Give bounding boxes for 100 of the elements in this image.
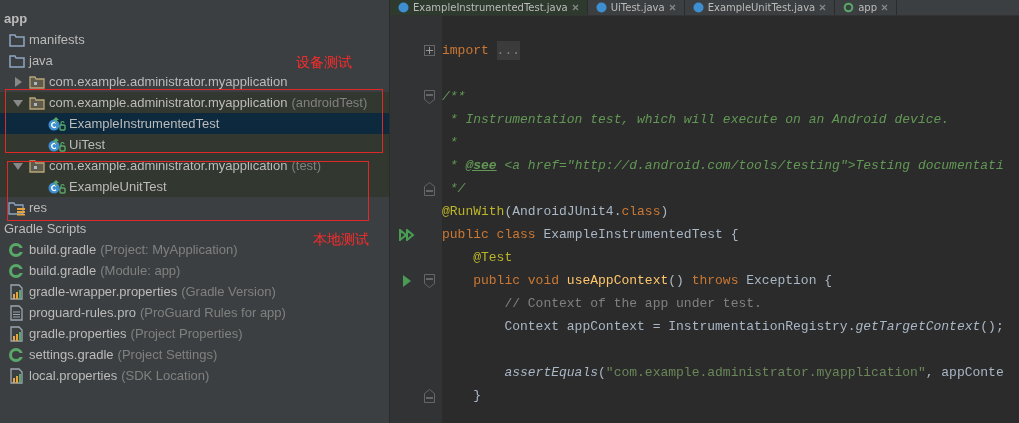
code-token: /** bbox=[442, 87, 466, 106]
expanded-arrow-icon[interactable] bbox=[13, 97, 23, 108]
tree-note: (SDK Location) bbox=[121, 366, 210, 385]
tab-label: ExampleUnitTest.java bbox=[707, 2, 816, 13]
tree-note: (Project Properties) bbox=[130, 324, 243, 343]
tree-row[interactable]: proguard-rules.pro (ProGuard Rules for app) bbox=[0, 302, 286, 323]
tree-row[interactable]: res bbox=[0, 197, 48, 218]
class-icon bbox=[692, 2, 704, 13]
tree-label: settings.gradle bbox=[29, 345, 114, 364]
tree-label: build.gradle bbox=[29, 240, 97, 259]
tree-row[interactable]: ExampleUnitTest bbox=[0, 176, 389, 197]
tree-label: build.gradle bbox=[29, 261, 97, 280]
gradle-icon bbox=[8, 262, 26, 279]
tree-row[interactable]: settings.gradle (Project Settings) bbox=[0, 344, 218, 365]
code-token: @RunWith bbox=[442, 202, 505, 221]
gradle-icon bbox=[8, 241, 26, 258]
gradle-icon bbox=[843, 2, 855, 13]
code-token: (AndroidJUnit4. bbox=[504, 202, 622, 221]
tree-label: gradle-wrapper.properties bbox=[29, 282, 178, 301]
tree-label: com.example.administrator.myapplication bbox=[49, 72, 288, 91]
tree-row[interactable]: com.example.administrator.myapplication (test) bbox=[0, 155, 389, 176]
class-icon bbox=[595, 2, 607, 13]
code-token: (); bbox=[980, 317, 1004, 336]
code-token: public class bbox=[442, 225, 537, 244]
code-token: , appConte bbox=[925, 363, 1004, 382]
code-token: // Context of the app under test. bbox=[503, 294, 762, 313]
test-class-icon bbox=[48, 178, 66, 195]
collapse-fold-icon[interactable] bbox=[424, 181, 435, 196]
package-icon bbox=[28, 94, 46, 111]
code-token: () bbox=[668, 271, 685, 290]
close-icon bbox=[881, 4, 889, 11]
collapse-fold-icon[interactable] bbox=[424, 273, 435, 288]
tree-note: (test) bbox=[291, 156, 322, 175]
tree-row[interactable]: com.example.administrator.myapplication bbox=[0, 71, 288, 92]
expanded-arrow-icon[interactable] bbox=[13, 160, 23, 171]
tree-row[interactable]: com.example.administrator.myapplication (androidTest) bbox=[0, 92, 389, 113]
tree-note: (Project: MyApplication) bbox=[100, 240, 238, 259]
tree-note: (Project Settings) bbox=[117, 345, 218, 364]
test-class-icon bbox=[48, 136, 66, 153]
tree-label: gradle.properties bbox=[29, 324, 127, 343]
close-icon bbox=[571, 4, 579, 11]
tree-note: (Gradle Version) bbox=[181, 282, 276, 301]
tree-note: (Module: app) bbox=[100, 261, 181, 280]
tab-label: app bbox=[858, 2, 878, 13]
package-icon bbox=[28, 157, 46, 174]
run-icon[interactable] bbox=[402, 274, 412, 287]
code-token: class bbox=[621, 202, 661, 221]
close-icon bbox=[819, 4, 827, 11]
code-token: assertEquals bbox=[503, 363, 599, 382]
tree-label: ExampleUnitTest bbox=[69, 177, 167, 196]
class-icon bbox=[398, 2, 409, 13]
tree-row[interactable]: build.gradle (Project: MyApplication) bbox=[0, 239, 238, 260]
collapse-fold-icon[interactable] bbox=[424, 388, 435, 403]
test-class-icon bbox=[48, 115, 66, 132]
tree-label: local.properties bbox=[29, 366, 118, 385]
code-token: ) bbox=[660, 202, 669, 221]
tree-note: (androidTest) bbox=[291, 93, 368, 112]
tab-label: UiTest.java bbox=[610, 2, 665, 13]
code-token: Context appContext = InstrumentationRegistry. bbox=[503, 317, 856, 336]
folder-icon bbox=[8, 31, 26, 48]
code-token: "com.example.administrator.myapplication" bbox=[605, 363, 926, 382]
editor-tab[interactable]: ExampleInstrumentedTest.java bbox=[390, 0, 588, 15]
code-token: public void bbox=[472, 271, 561, 290]
properties-file-icon bbox=[8, 283, 26, 300]
tree-row[interactable]: UiTest bbox=[0, 134, 389, 155]
tab-label: ExampleInstrumentedTest.java bbox=[413, 2, 568, 13]
resource-folder-icon bbox=[8, 199, 26, 216]
code-token: @see bbox=[465, 156, 497, 175]
tree-label: res bbox=[29, 198, 48, 217]
tree-label: proguard-rules.pro bbox=[29, 303, 136, 322]
tree-row[interactable]: build.gradle (Module: app) bbox=[0, 260, 181, 281]
tree-label: com.example.administrator.myapplication bbox=[49, 93, 288, 112]
code-token: * bbox=[448, 156, 459, 175]
tree-row[interactable]: gradle.properties (Project Properties) bbox=[0, 323, 243, 344]
run-all-icon[interactable] bbox=[399, 228, 415, 241]
tree-label: manifests bbox=[29, 30, 85, 49]
code-token: Exception { bbox=[746, 271, 833, 290]
code-token: */ bbox=[448, 179, 466, 198]
code-token: throws bbox=[691, 271, 740, 290]
code-token: * bbox=[448, 133, 458, 152]
code-token: getTargetContext bbox=[855, 317, 981, 336]
collapsed-arrow-icon[interactable] bbox=[13, 76, 23, 87]
annotation-label: 设备测试 bbox=[296, 53, 352, 72]
tree-label: java bbox=[29, 51, 53, 70]
tree-row[interactable]: manifests bbox=[0, 29, 85, 50]
tree-note: (ProGuard Rules for app) bbox=[139, 303, 286, 322]
tree-label: ExampleInstrumentedTest bbox=[69, 114, 220, 133]
annotation-label: 本地测试 bbox=[313, 230, 369, 249]
text-file-icon bbox=[8, 304, 26, 321]
tree-row[interactable]: gradle-wrapper.properties (Gradle Version) bbox=[0, 281, 276, 302]
properties-file-icon bbox=[8, 367, 26, 384]
properties-file-icon bbox=[8, 325, 26, 342]
code-token: } bbox=[472, 386, 481, 405]
tree-row[interactable]: ExampleInstrumentedTest bbox=[0, 113, 389, 134]
expand-fold-icon[interactable] bbox=[424, 45, 435, 56]
collapse-fold-icon[interactable] bbox=[424, 89, 435, 104]
tree-row[interactable]: java bbox=[0, 50, 53, 71]
gradle-icon bbox=[8, 346, 26, 363]
tree-label: UiTest bbox=[69, 135, 106, 154]
tree-row[interactable]: local.properties (SDK Location) bbox=[0, 365, 210, 386]
